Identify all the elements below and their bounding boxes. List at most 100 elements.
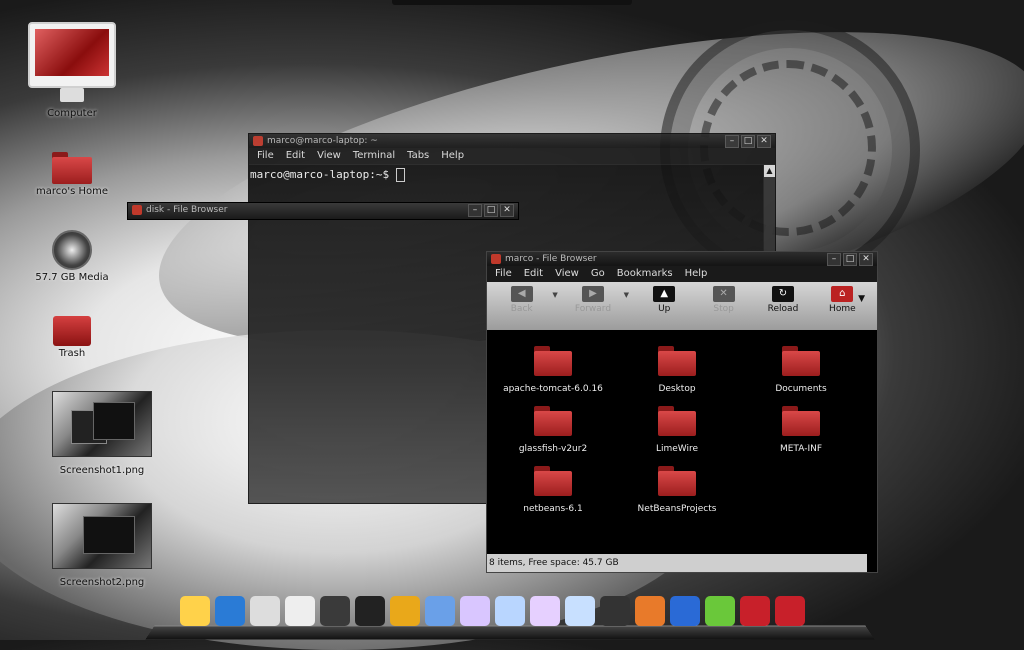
minimize-button[interactable]: –: [827, 253, 841, 266]
dock-icons: [180, 596, 805, 626]
desktop-icon-label: 57.7 GB Media: [35, 272, 109, 283]
status-bar: 8 items, Free space: 45.7 GB: [487, 554, 867, 572]
menu-view[interactable]: View: [555, 266, 579, 282]
terminal-icon[interactable]: [355, 596, 385, 626]
menu-help[interactable]: Help: [441, 148, 464, 164]
folder-item[interactable]: apache-tomcat-6.0.16: [491, 346, 615, 394]
close-button[interactable]: ✕: [859, 253, 873, 266]
forward-button[interactable]: ▶ Forward: [564, 286, 621, 314]
firefox-icon[interactable]: [635, 596, 665, 626]
folder-item[interactable]: Documents: [739, 346, 863, 394]
terminal-icon: [253, 136, 263, 146]
desktop-icon-label: marco's Home: [35, 186, 109, 197]
folder-item[interactable]: netbeans-6.1: [491, 466, 615, 514]
ipod-icon[interactable]: [320, 596, 350, 626]
folder-icon: [534, 466, 572, 496]
minimize-button[interactable]: –: [468, 204, 482, 217]
file-browser-menubar: File Edit View Go Bookmarks Help: [487, 266, 877, 282]
folder-label: apache-tomcat-6.0.16: [503, 384, 603, 394]
desktop-icon-screenshot2[interactable]: Screenshot2.png: [50, 503, 154, 588]
spreadsheet-icon[interactable]: [495, 596, 525, 626]
folder-icon[interactable]: [775, 596, 805, 626]
window-title: disk - File Browser: [146, 205, 228, 215]
image-thumbnail-icon: [52, 391, 152, 457]
folder-item[interactable]: META-INF: [739, 406, 863, 454]
download-icon[interactable]: [215, 596, 245, 626]
text-icon[interactable]: [565, 596, 595, 626]
status-text: 8 items, Free space: 45.7 GB: [489, 558, 619, 568]
menu-file[interactable]: File: [495, 266, 512, 282]
menu-bookmarks[interactable]: Bookmarks: [617, 266, 673, 282]
menu-view[interactable]: View: [317, 148, 341, 164]
close-button[interactable]: ✕: [500, 204, 514, 217]
desktop-icon-trash[interactable]: Trash: [22, 316, 122, 359]
desktop-icon-media[interactable]: 57.7 GB Media: [22, 230, 122, 283]
back-button[interactable]: ◀ Back: [493, 286, 550, 314]
image-icon[interactable]: [425, 596, 455, 626]
bluetooth-icon[interactable]: [670, 596, 700, 626]
folder-label: glassfish-v2ur2: [518, 444, 588, 454]
scroll-up-icon[interactable]: ▲: [764, 165, 775, 177]
film-icon[interactable]: [600, 596, 630, 626]
home-folder-icon: [52, 152, 92, 184]
menu-edit[interactable]: Edit: [524, 266, 543, 282]
up-arrow-icon: ▲: [653, 286, 676, 302]
penguin-icon[interactable]: [180, 596, 210, 626]
reload-button[interactable]: ↻ Reload: [754, 286, 811, 314]
menu-go[interactable]: Go: [591, 266, 605, 282]
file-view[interactable]: apache-tomcat-6.0.16 Desktop Documents g…: [487, 334, 877, 548]
file-browser-icon: [491, 254, 501, 264]
up-label: Up: [658, 304, 671, 314]
folder-label: netbeans-6.1: [523, 504, 583, 514]
folder-icon: [534, 406, 572, 436]
document-icon[interactable]: [460, 596, 490, 626]
desktop-icon-screenshot1[interactable]: Screenshot1.png: [50, 391, 154, 476]
presentation-icon[interactable]: [530, 596, 560, 626]
folder-icon[interactable]: [740, 596, 770, 626]
maximize-button[interactable]: □: [741, 135, 755, 148]
folder-icon: [782, 346, 820, 376]
disk-titlebar[interactable]: disk - File Browser – □ ✕: [128, 203, 518, 217]
terminal-cursor: [395, 168, 405, 182]
folder-icon: [658, 406, 696, 436]
dock-shelf: [145, 625, 875, 640]
terminal-titlebar[interactable]: marco@marco-laptop: ~ – □ ✕: [249, 134, 775, 148]
forward-dropdown-icon[interactable]: ▼: [624, 286, 634, 304]
desktop-icon-home[interactable]: marco's Home: [22, 152, 122, 197]
terminal-menubar: File Edit View Terminal Tabs Help: [249, 148, 775, 164]
back-dropdown-icon[interactable]: ▼: [552, 286, 562, 304]
folder-item[interactable]: NetBeansProjects: [615, 466, 739, 514]
tux-icon[interactable]: [250, 596, 280, 626]
folder-icon: [658, 466, 696, 496]
clock-icon[interactable]: [285, 596, 315, 626]
menu-file[interactable]: File: [257, 148, 274, 164]
toolbar-overflow-icon[interactable]: ▼: [858, 294, 865, 304]
up-button[interactable]: ▲ Up: [636, 286, 693, 314]
folder-icon: [658, 346, 696, 376]
folder-item[interactable]: glassfish-v2ur2: [491, 406, 615, 454]
stop-button[interactable]: ✕ Stop: [695, 286, 752, 314]
disk-file-browser-window[interactable]: disk - File Browser – □ ✕: [127, 202, 519, 220]
file-browser-window[interactable]: marco - File Browser – □ ✕ File Edit Vie…: [486, 251, 878, 573]
minimize-button[interactable]: –: [725, 135, 739, 148]
file-browser-titlebar[interactable]: marco - File Browser – □ ✕: [487, 252, 877, 266]
folder-icon: [534, 346, 572, 376]
stop-icon: ✕: [712, 286, 735, 302]
maximize-button[interactable]: □: [484, 204, 498, 217]
back-label: Back: [510, 304, 533, 314]
menu-terminal[interactable]: Terminal: [353, 148, 395, 164]
menu-tabs[interactable]: Tabs: [407, 148, 429, 164]
menu-help[interactable]: Help: [685, 266, 708, 282]
top-panel[interactable]: [392, 0, 632, 5]
close-button[interactable]: ✕: [757, 135, 771, 148]
box-icon[interactable]: [390, 596, 420, 626]
window-title: marco - File Browser: [505, 254, 597, 264]
menu-edit[interactable]: Edit: [286, 148, 305, 164]
messenger-icon[interactable]: [705, 596, 735, 626]
maximize-button[interactable]: □: [843, 253, 857, 266]
folder-item[interactable]: LimeWire: [615, 406, 739, 454]
file-browser-icon: [132, 205, 142, 215]
desktop-icon-computer[interactable]: Computer: [24, 22, 120, 119]
folder-label: Documents: [775, 384, 827, 394]
folder-item[interactable]: Desktop: [615, 346, 739, 394]
